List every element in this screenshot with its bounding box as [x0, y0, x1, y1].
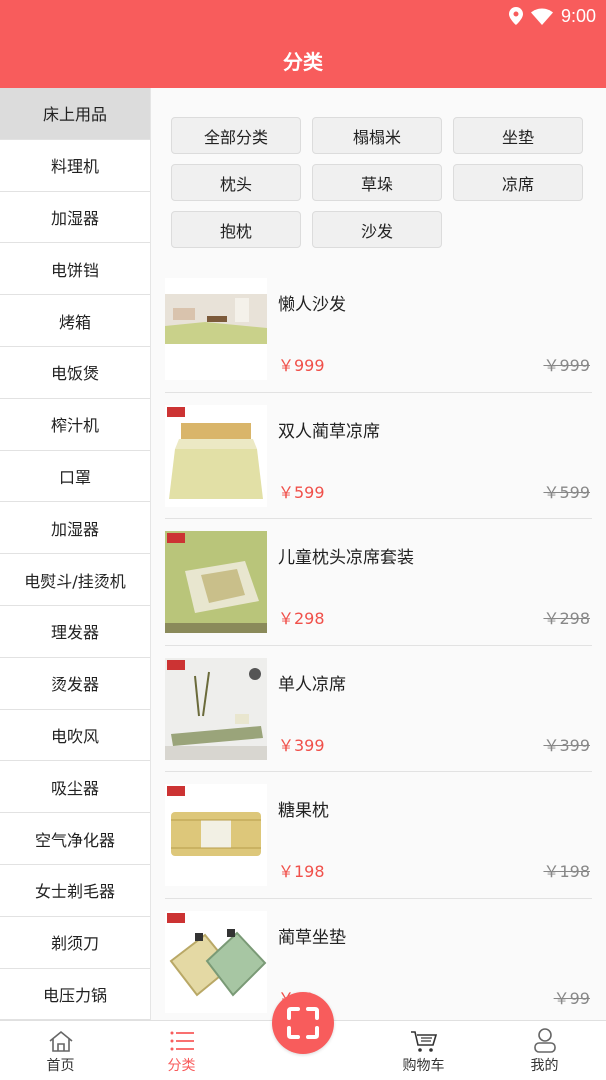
product-item[interactable]: 糖果枕 ￥198 ￥198 — [165, 772, 592, 899]
product-name: 糖果枕 — [278, 801, 329, 822]
sidebar-item[interactable]: 加湿器 — [0, 502, 150, 555]
product-original-price: ￥599 — [543, 482, 590, 502]
product-item[interactable]: 单人凉席 ￥399 ￥399 — [165, 646, 592, 773]
page-title: 分类 — [283, 50, 323, 74]
candy-pillow-photo — [165, 784, 267, 887]
filter-chip[interactable]: 凉席 — [453, 164, 583, 201]
product-name: 儿童枕头凉席套装 — [278, 548, 414, 569]
status-time: 9:00 — [560, 5, 596, 26]
product-name: 单人凉席 — [278, 674, 346, 695]
status-bar: 9:00 — [508, 5, 596, 27]
home-icon — [48, 1030, 73, 1052]
sidebar-item[interactable]: 电熨斗/挂烫机 — [0, 554, 150, 606]
tab-mine-label: 我的 — [530, 1058, 559, 1074]
list-icon — [170, 1031, 194, 1051]
sidebar-item[interactable]: 烤箱 — [0, 295, 150, 347]
sidebar-item[interactable]: 电压力锅 — [0, 968, 150, 1020]
tatami-room-photo — [165, 278, 267, 380]
filter-chip[interactable]: 枕头 — [171, 164, 301, 201]
filter-chips: 全部分类 榻榻米 坐垫 枕头 草垛 凉席 抱枕 沙发 — [171, 117, 591, 248]
sidebar-item[interactable]: 料理机 — [0, 139, 150, 192]
double-mat-photo — [165, 404, 267, 507]
single-mat-photo — [165, 657, 267, 760]
sidebar-item[interactable]: 电饭煲 — [0, 346, 150, 399]
tab-cart[interactable]: 购物车 — [363, 1021, 484, 1080]
category-content: 全部分类 榻榻米 坐垫 枕头 草垛 凉席 抱枕 沙发 懒人沙发 ￥999 ￥99… — [151, 88, 606, 1020]
category-sidebar: 床上用品 料理机 加湿器 电饼铛 烤箱 电饭煲 榨汁机 口罩 加湿器 电熨斗/挂… — [0, 88, 151, 1020]
sidebar-item[interactable]: 电饼铛 — [0, 243, 150, 296]
product-item[interactable]: 懒人沙发 ￥999 ￥999 — [165, 266, 592, 393]
location-icon — [508, 7, 523, 25]
scan-icon — [287, 1007, 319, 1039]
filter-chip[interactable]: 坐垫 — [453, 117, 583, 154]
header-bar: 9:00 分类 — [0, 0, 606, 88]
product-original-price: ￥298 — [543, 609, 590, 629]
product-item[interactable]: 儿童枕头凉席套装 ￥298 ￥298 — [165, 519, 592, 646]
product-price: ￥298 — [278, 609, 325, 629]
sidebar-item[interactable]: 榨汁机 — [0, 398, 150, 451]
user-icon — [533, 1028, 556, 1053]
sidebar-item[interactable]: 剃须刀 — [0, 916, 150, 969]
sidebar-item[interactable]: 空气净化器 — [0, 813, 150, 865]
tab-mine[interactable]: 我的 — [484, 1021, 605, 1080]
cart-icon — [410, 1031, 437, 1052]
product-original-price: ￥999 — [543, 356, 590, 375]
filter-chip[interactable]: 草垛 — [312, 164, 442, 201]
tab-home[interactable]: 首页 — [0, 1021, 121, 1080]
filter-chip[interactable]: 抱枕 — [171, 211, 301, 248]
product-price: ￥198 — [278, 862, 325, 882]
tab-home-label: 首页 — [46, 1058, 75, 1074]
product-original-price: ￥99 — [553, 988, 590, 1008]
product-original-price: ￥399 — [543, 735, 590, 755]
tab-category-label: 分类 — [167, 1058, 196, 1074]
tab-category[interactable]: 分类 — [121, 1021, 242, 1080]
sidebar-item[interactable]: 加湿器 — [0, 191, 150, 244]
wifi-icon — [530, 8, 553, 25]
product-name: 懒人沙发 — [278, 295, 346, 315]
product-price: ￥399 — [278, 735, 325, 755]
product-item[interactable]: 双人蔺草凉席 ￥599 ￥599 — [165, 393, 592, 520]
seat-cushion-photo — [165, 910, 267, 1013]
product-name: 蔺草坐垫 — [278, 927, 346, 948]
product-original-price: ￥198 — [543, 862, 590, 882]
product-price: ￥999 — [278, 356, 325, 375]
sidebar-item[interactable]: 烫发器 — [0, 657, 150, 710]
product-name: 双人蔺草凉席 — [278, 421, 380, 442]
filter-chip[interactable]: 沙发 — [312, 211, 442, 248]
product-price: ￥599 — [278, 482, 325, 502]
sidebar-item[interactable]: 口罩 — [0, 450, 150, 503]
sidebar-item[interactable]: 女士剃毛器 — [0, 864, 150, 917]
filter-chip[interactable]: 全部分类 — [171, 117, 301, 154]
scan-button[interactable] — [272, 992, 334, 1054]
product-item[interactable]: 蔺草坐垫 ￥99 ￥99 — [165, 899, 592, 1020]
tab-cart-label: 购物车 — [402, 1058, 445, 1074]
product-list: 懒人沙发 ￥999 ￥999 双人蔺草凉席 ￥599 ￥599 儿童枕头凉席套装… — [165, 266, 592, 1020]
sidebar-item[interactable]: 理发器 — [0, 605, 150, 658]
sidebar-item[interactable]: 吸尘器 — [0, 761, 150, 814]
sidebar-item[interactable]: 电吹风 — [0, 709, 150, 762]
filter-chip[interactable]: 榻榻米 — [312, 117, 442, 154]
sidebar-item[interactable]: 床上用品 — [0, 88, 150, 140]
pillow-mat-photo — [165, 531, 267, 634]
